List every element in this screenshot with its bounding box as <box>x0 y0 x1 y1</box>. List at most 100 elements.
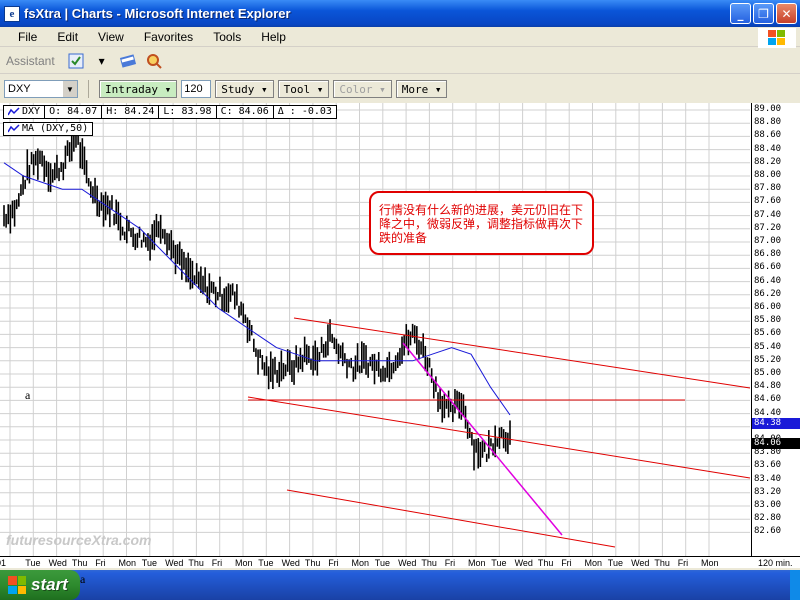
x-tick-label: Thu <box>188 558 204 568</box>
x-tick-label: Wed <box>398 558 417 568</box>
menu-tools[interactable]: Tools <box>203 30 251 44</box>
maximize-button[interactable]: ❐ <box>753 3 774 24</box>
x-tick-label: Mon <box>235 558 253 568</box>
quote-high: H: 84.24 <box>102 106 160 118</box>
x-tick-label: Mon <box>701 558 719 568</box>
x-tick-label: Fri <box>677 558 689 568</box>
tool-label: Tool <box>283 82 311 96</box>
y-tick-label: 88.00 <box>754 170 782 180</box>
ie-icon: e <box>4 5 20 22</box>
y-tick-label: 86.80 <box>754 249 782 260</box>
quote-change: Δ : -0.03 <box>277 106 332 117</box>
window-titlebar[interactable]: e fsXtra | Charts - Microsoft Internet E… <box>0 0 800 27</box>
menu-help[interactable]: Help <box>251 30 296 44</box>
x-tick-label: Fri <box>95 558 106 568</box>
chart-icon <box>8 123 20 132</box>
book-icon[interactable] <box>118 51 138 71</box>
y-tick-label: 87.00 <box>754 236 782 246</box>
color-label: Color <box>339 82 373 96</box>
stray-text: a <box>25 388 31 402</box>
quote-open: O: 84.07 <box>45 106 103 118</box>
tool-dropdown[interactable]: Tool ▾ <box>277 80 330 98</box>
windows-flag-icon <box>8 576 26 594</box>
annotation-box[interactable]: 行情没有什么新的进展，美元仍旧在下降之中，微弱反弹，调整指标做再次下跌的准备 <box>369 191 594 255</box>
y-tick-label: 87.40 <box>754 209 782 220</box>
more-dropdown[interactable]: More ▾ <box>395 80 448 98</box>
y-tick-label: 82.80 <box>754 513 782 524</box>
interval-label: Intraday <box>105 82 158 96</box>
y-tick-label: 83.60 <box>754 460 782 471</box>
y-tick-label: 86.40 <box>754 275 782 286</box>
y-tick-label: 85.00 <box>754 368 782 378</box>
y-tick-label: 85.80 <box>754 315 782 326</box>
menu-bar: File Edit View Favorites Tools Help <box>0 27 800 47</box>
divider <box>88 80 89 98</box>
x-tick-label: Wed <box>48 558 67 568</box>
menu-favorites[interactable]: Favorites <box>134 30 203 44</box>
quote-symbol-text: DXY <box>22 106 41 117</box>
x-tick-label: 01 <box>0 558 7 568</box>
ma-price-tag: 84.38 <box>752 418 800 429</box>
price-chart[interactable] <box>0 103 800 568</box>
x-tick-label: Thu <box>71 558 88 568</box>
x-tick-label: Tue <box>607 558 623 568</box>
y-tick-label: 86.00 <box>754 302 782 312</box>
start-button[interactable]: start <box>0 570 80 600</box>
menu-file[interactable]: File <box>8 30 47 44</box>
x-tick-label: Mon <box>468 558 486 568</box>
x-tick-label: Mon <box>351 558 370 568</box>
y-tick-label: 87.60 <box>754 196 782 207</box>
chart-toolbar: DXY ▼ Intraday ▾ 120 Study ▾ Tool ▾ Colo… <box>0 77 800 101</box>
more-label: More <box>401 82 429 96</box>
minimize-button[interactable]: _ <box>730 3 751 24</box>
taskbar: start a <box>0 570 800 600</box>
quote-close: C: 84.06 <box>217 106 274 118</box>
symbol-input[interactable]: DXY ▼ <box>4 80 78 98</box>
interval-dropdown[interactable]: Intraday ▾ <box>99 80 178 98</box>
y-tick-label: 85.60 <box>754 328 782 339</box>
x-axis-unit: 120 min. <box>758 558 793 568</box>
x-tick-label: Tue <box>374 558 390 568</box>
close-button[interactable]: ✕ <box>776 3 797 24</box>
y-tick-label: 86.20 <box>754 288 782 299</box>
x-tick-label: Fri <box>328 558 339 568</box>
color-dropdown[interactable]: Color ▾ <box>333 80 392 98</box>
x-tick-label: Fri <box>211 558 223 568</box>
windows-logo-icon <box>758 28 796 48</box>
quote-bar: DXY O: 84.07 H: 84.24 L: 83.98 C: 84.06 … <box>3 105 337 119</box>
x-tick-label: Thu <box>537 558 554 568</box>
window-title: fsXtra | Charts - Microsoft Internet Exp… <box>24 6 291 21</box>
x-tick-label: Thu <box>421 558 437 568</box>
checkbox-icon[interactable] <box>66 51 86 71</box>
menu-view[interactable]: View <box>88 30 134 44</box>
watermark: futuresourceXtra.com <box>6 532 152 548</box>
x-tick-label: Thu <box>654 558 670 568</box>
y-tick-label: 88.80 <box>754 117 782 128</box>
taskbar-text: a <box>80 572 86 586</box>
ma-legend[interactable]: MA (DXY,50) <box>3 122 94 136</box>
assistant-label[interactable]: Assistant <box>6 54 55 68</box>
chevron-down-icon[interactable]: ▼ <box>63 81 77 97</box>
y-tick-label: 88.20 <box>754 156 782 167</box>
study-dropdown[interactable]: Study ▾ <box>215 80 274 98</box>
symbol-value: DXY <box>8 83 31 95</box>
y-tick-label: 84.80 <box>754 381 782 392</box>
minutes-input[interactable]: 120 <box>181 80 212 98</box>
x-tick-label: Mon <box>118 558 137 568</box>
assistant-toolbar: Assistant ▾ <box>0 48 800 74</box>
y-tick-label: 83.40 <box>754 473 782 484</box>
y-tick-label: 87.80 <box>754 183 782 194</box>
system-tray <box>790 570 800 600</box>
chart-area[interactable] <box>0 103 800 568</box>
search-icon[interactable] <box>144 51 164 71</box>
y-tick-label: 84.40 <box>754 407 782 418</box>
chevron-down-icon[interactable]: ▾ <box>92 51 112 71</box>
x-tick-label: Tue <box>491 558 507 568</box>
y-tick-label: 87.20 <box>754 222 782 233</box>
y-tick-label: 88.60 <box>754 130 782 141</box>
x-tick-label: Tue <box>258 558 274 568</box>
quote-low: L: 83.98 <box>159 106 217 118</box>
menu-edit[interactable]: Edit <box>47 30 88 44</box>
start-label: start <box>31 575 68 594</box>
x-tick-label: Tue <box>141 558 157 568</box>
